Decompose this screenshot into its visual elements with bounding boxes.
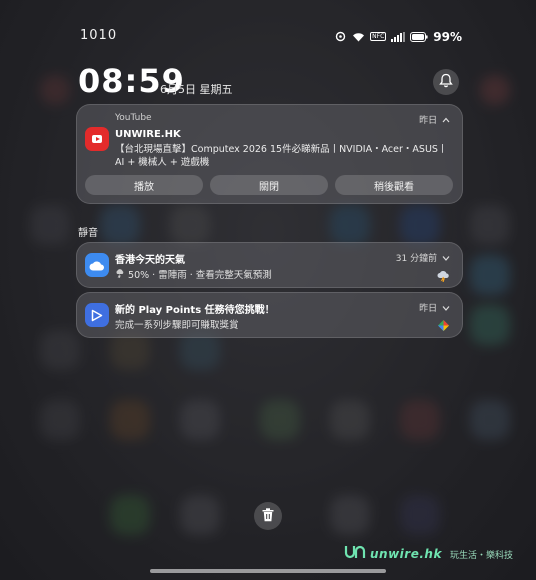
youtube-icon [85,127,109,151]
notification-body: 【台北現場直擊】Computex 2026 15件必睇新品丨NVIDIA・Ace… [115,144,448,168]
notification-time: 昨日 [419,113,450,126]
clear-all-button[interactable] [254,502,282,530]
watch-later-button[interactable]: 稍後觀看 [335,175,453,195]
youtube-notification[interactable]: YouTube 昨日 UNWIRE.HK 【台北現場直擊】Computex 20… [76,104,463,204]
trash-icon [262,507,274,526]
play-store-icon [85,303,109,327]
status-bar: 1010 NFC 99% [0,0,536,60]
chevron-down-icon[interactable] [442,254,450,264]
weather-body: 50% · 雷陣雨 · 查看完整天氣預測 [115,267,272,281]
watermark: unwire.hk 玩生活・樂科技 [344,543,513,565]
google-play-badge-icon [437,317,450,331]
notification-settings-button[interactable] [433,69,459,95]
thunderstorm-icon [115,269,128,281]
play-points-title: 新的 Play Points 任務待您挑戰！ [115,305,275,316]
silent-section-label: 靜音 [78,228,98,239]
play-button[interactable]: 播放 [85,175,203,195]
weather-time: 31 分鐘前 [396,251,450,264]
status-icons: NFC 99% [334,27,462,46]
lockscreen-date: 6月5日 星期五 [160,83,233,96]
battery-icon [410,27,428,46]
play-points-body: 完成一系列步驟即可賺取獎賞 [115,320,239,331]
watermark-tagline: 玩生活・樂科技 [449,550,513,561]
status-time: 1010 [80,28,118,43]
notification-app-name: YouTube [115,113,152,123]
notification-actions: 播放 關閉 稍後觀看 [85,175,453,195]
chevron-down-icon[interactable] [442,304,450,314]
weather-title: 香港今天的天氣 [115,255,185,266]
bell-icon [439,73,453,92]
wifi-icon [352,27,365,46]
signal-icon [391,27,406,46]
battery-percent: 99% [433,29,462,44]
ring-icon [334,27,347,46]
play-points-notification[interactable]: 新的 Play Points 任務待您挑戰！ 完成一系列步驟即可賺取獎賞 昨日 [76,292,463,338]
notification-title: UNWIRE.HK [115,129,181,140]
unwire-logo-icon [344,543,366,565]
weather-notification[interactable]: 香港今天的天氣 50% · 雷陣雨 · 查看完整天氣預測 31 分鐘前 [76,242,463,288]
close-button[interactable]: 關閉 [210,175,328,195]
chevron-up-icon[interactable] [442,116,450,126]
weather-badge-icon [437,267,450,283]
watermark-brand: unwire.hk [370,547,442,561]
gesture-navigation-bar[interactable] [150,569,386,573]
weather-cloud-icon [85,253,109,277]
nfc-icon: NFC [370,32,387,41]
play-points-time: 昨日 [419,301,450,314]
